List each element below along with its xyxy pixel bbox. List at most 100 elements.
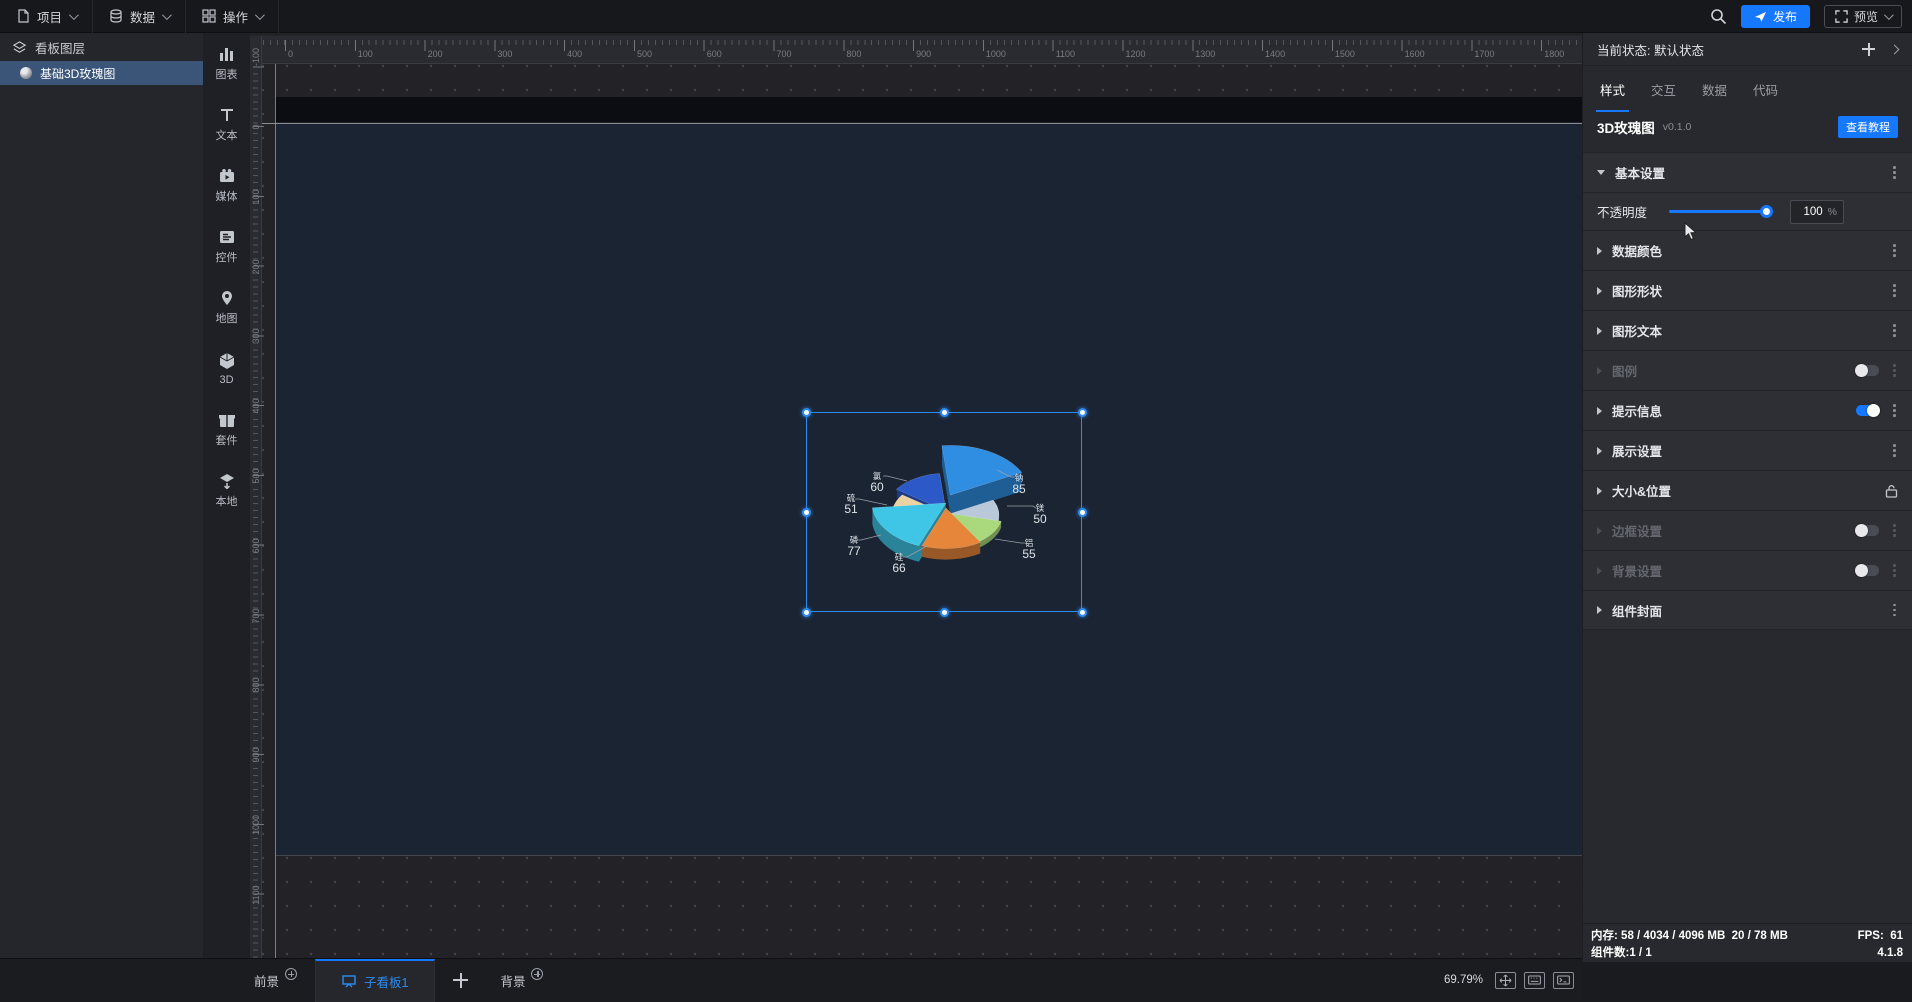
toolbox-item[interactable]: 套件: [203, 399, 250, 460]
preview-button[interactable]: 预览: [1823, 4, 1902, 28]
label-leader-line: [855, 498, 888, 506]
slider-knob-icon[interactable]: [1760, 205, 1774, 218]
tab-样式[interactable]: 样式: [1595, 67, 1630, 112]
settings-section[interactable]: 大小&位置: [1583, 470, 1912, 510]
slice-value-label: 85: [1012, 482, 1026, 496]
toolbox-item-label: 套件: [215, 434, 238, 447]
selection-handle[interactable]: [1078, 508, 1087, 517]
selection-handle[interactable]: [940, 608, 949, 617]
label-leader-line: [857, 534, 882, 541]
section-label: 基本设置: [1615, 167, 1666, 181]
section-menu-icon[interactable]: [1891, 282, 1898, 299]
tab-代码[interactable]: 代码: [1751, 67, 1780, 112]
settings-section[interactable]: 数据颜色: [1583, 230, 1912, 270]
h-ruler-label: 500: [636, 49, 652, 59]
toggle-switch[interactable]: [1855, 564, 1880, 577]
v-ruler-label: 800: [251, 677, 261, 693]
fullscreen-icon: [1835, 9, 1848, 23]
toggle-switch[interactable]: [1855, 364, 1880, 377]
settings-section[interactable]: 边框设置: [1583, 510, 1912, 550]
section-label: 提示信息: [1612, 405, 1663, 419]
state-row: 当前状态: 默认状态: [1583, 33, 1912, 66]
chevron-down-icon: [255, 9, 265, 20]
toolbox-item-label: 地图: [215, 312, 238, 325]
menu-project[interactable]: 项目: [0, 0, 94, 33]
caret-icon: [1597, 170, 1605, 175]
add-foreground-icon[interactable]: [285, 968, 298, 980]
add-board-button[interactable]: [453, 972, 469, 988]
menu-operate[interactable]: 操作: [186, 0, 280, 33]
tab-background[interactable]: 背景: [486, 959, 557, 1002]
publish-button[interactable]: 发布: [1740, 4, 1810, 28]
selection-handle[interactable]: [802, 608, 811, 617]
opacity-input[interactable]: 100 %: [1790, 199, 1845, 224]
toolbox-item[interactable]: 3D: [203, 338, 250, 399]
toggle-switch[interactable]: [1856, 404, 1881, 417]
section-menu-icon[interactable]: [1891, 442, 1898, 459]
memory-label: 内存:: [1591, 930, 1618, 942]
settings-section[interactable]: 背景设置: [1583, 550, 1912, 590]
component-version: v0.1.0: [1662, 121, 1692, 133]
publish-label: 发布: [1772, 9, 1797, 24]
selection-handle[interactable]: [940, 408, 949, 417]
menu-data[interactable]: 数据: [93, 0, 187, 33]
caret-icon: [1597, 246, 1602, 255]
tab-数据[interactable]: 数据: [1700, 67, 1729, 112]
section-label: 图形文本: [1612, 325, 1663, 339]
terminal-icon[interactable]: [1553, 971, 1574, 989]
add-background-icon[interactable]: [531, 968, 544, 980]
section-menu-icon[interactable]: [1891, 164, 1898, 181]
chevron-right-icon[interactable]: [1889, 44, 1900, 54]
toolbox-item[interactable]: 地图: [203, 277, 250, 338]
selection-handle[interactable]: [1078, 408, 1087, 417]
preview-label: 预览: [1853, 9, 1878, 24]
settings-section[interactable]: 组件封面: [1583, 590, 1912, 630]
h-ruler-label: 800: [846, 49, 862, 59]
selection-handle[interactable]: [802, 408, 811, 417]
opacity-row: 不透明度 100 %: [1583, 192, 1912, 230]
settings-section[interactable]: 图例: [1583, 350, 1912, 390]
section-menu-icon[interactable]: [1891, 362, 1898, 379]
selection-handle[interactable]: [1078, 608, 1087, 617]
settings-section[interactable]: 图形形状: [1583, 270, 1912, 310]
section-menu-icon[interactable]: [1891, 522, 1898, 539]
ruler-zero-line-horizontal: [262, 123, 1582, 124]
section-menu-icon[interactable]: [1891, 242, 1898, 259]
section-menu-icon[interactable]: [1891, 322, 1898, 339]
settings-section[interactable]: 展示设置: [1583, 430, 1912, 470]
lock-icon[interactable]: [1885, 484, 1898, 498]
component-selection-box[interactable]: 钠 85 镁 50 铝 55 硅 66 磷 77 硫 51 氯 60: [802, 408, 1087, 617]
slice-value-label: 60: [870, 480, 884, 494]
fit-screen-icon[interactable]: [1495, 971, 1516, 989]
settings-section[interactable]: 提示信息: [1583, 390, 1912, 430]
toolbox-item[interactable]: 本地: [203, 460, 250, 521]
add-state-icon[interactable]: [1862, 42, 1875, 56]
document-icon: [18, 9, 29, 23]
selection-handle[interactable]: [802, 508, 811, 517]
section-menu-icon[interactable]: [1891, 562, 1898, 579]
layer-item-3d-rose[interactable]: 基础3D玫瑰图: [0, 61, 203, 85]
tab-sub-board[interactable]: 子看板1: [315, 958, 436, 1002]
editor-canvas[interactable]: 0 100 200 300 400 500 600 700 800 900 1000 1100 1200…: [250, 33, 1582, 958]
toolbox-item[interactable]: 图表: [203, 33, 250, 94]
v-ruler-label: -100: [251, 48, 261, 67]
tab-交互[interactable]: 交互: [1649, 67, 1678, 112]
slice-value-label: 66: [892, 561, 906, 575]
tab-foreground[interactable]: 前景: [240, 959, 311, 1002]
settings-section[interactable]: 图形文本: [1583, 310, 1912, 350]
search-icon[interactable]: [1710, 8, 1727, 25]
rose-chart-3d[interactable]: 钠 85 镁 50 铝 55 硅 66 磷 77 硫 51 氯 60: [807, 413, 1083, 613]
menu-project-label: 项目: [37, 10, 63, 25]
section-menu-icon[interactable]: [1891, 602, 1898, 619]
v-ruler-label: 500: [251, 468, 261, 484]
settings-section[interactable]: 基本设置: [1583, 152, 1912, 192]
toggle-switch[interactable]: [1855, 524, 1880, 537]
section-menu-icon[interactable]: [1891, 402, 1898, 419]
toolbox-item[interactable]: 控件: [203, 216, 250, 277]
opacity-slider[interactable]: [1669, 205, 1774, 218]
toolbox-item[interactable]: 文本: [203, 94, 250, 155]
keyboard-shortcuts-icon[interactable]: [1524, 971, 1545, 989]
tutorial-button[interactable]: 查看教程: [1838, 116, 1898, 138]
h-ruler-label: 100: [357, 49, 373, 59]
toolbox-item[interactable]: 媒体: [203, 155, 250, 216]
